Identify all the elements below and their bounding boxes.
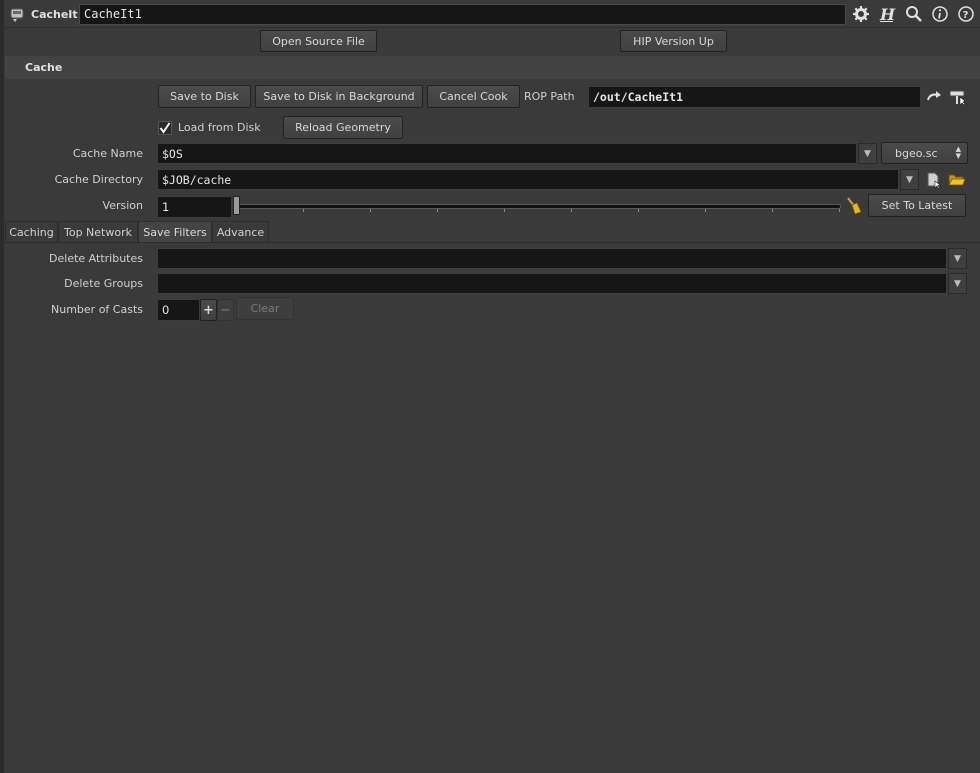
add-cast-button[interactable]: + <box>200 299 217 321</box>
rop-path-field[interactable]: /out/CacheIt1 <box>588 86 921 108</box>
node-chooser-icon[interactable] <box>949 88 967 106</box>
slider-tick <box>571 209 572 212</box>
version-slider[interactable] <box>235 204 841 209</box>
svg-text:?: ? <box>963 10 969 21</box>
slider-tick <box>638 209 639 212</box>
chevron-down-icon: ▼ <box>954 278 961 289</box>
cache-directory-menu-button[interactable]: ▼ <box>900 169 919 190</box>
broom-icon[interactable] <box>846 197 862 215</box>
cache-name-menu-button[interactable]: ▼ <box>858 143 877 164</box>
svg-text:H: H <box>879 5 896 23</box>
slider-tick <box>705 209 706 212</box>
number-of-casts-field[interactable]: 0 <box>157 299 200 321</box>
left-edge <box>0 0 4 773</box>
cancel-cook-button[interactable]: Cancel Cook <box>427 85 520 108</box>
slider-tick <box>370 209 371 212</box>
open-file-browser-icon[interactable] <box>926 172 942 188</box>
tab-divider <box>5 242 980 243</box>
slider-tick <box>504 209 505 212</box>
delete-attributes-field[interactable] <box>157 248 947 269</box>
slider-thumb[interactable] <box>233 196 240 215</box>
chevron-down-icon: ▼ <box>906 174 913 185</box>
hip-version-up-button[interactable]: HIP Version Up <box>620 30 727 52</box>
delete-groups-menu-button[interactable]: ▼ <box>948 273 967 294</box>
search-icon[interactable] <box>905 5 923 23</box>
node-type[interactable]: CacheIt <box>9 6 78 22</box>
cache-name-label: Cache Name <box>72 147 143 160</box>
save-to-disk-button[interactable]: Save to Disk <box>158 85 251 108</box>
save-to-disk-background-button[interactable]: Save to Disk in Background <box>255 85 423 108</box>
reload-geometry-button[interactable]: Reload Geometry <box>283 116 403 139</box>
file-format-select[interactable]: bgeo.sc ▲ ▼ <box>881 142 968 164</box>
open-source-file-button[interactable]: Open Source File <box>260 30 377 52</box>
set-to-latest-button[interactable]: Set To Latest <box>868 194 966 217</box>
folder-icon[interactable] <box>948 172 966 188</box>
node-type-icon <box>9 6 25 22</box>
slider-tick <box>839 209 840 212</box>
version-label: Version <box>102 199 143 212</box>
tab-advance[interactable]: Advance <box>212 221 269 242</box>
chevron-down-icon: ▼ <box>864 148 871 159</box>
delete-attributes-menu-button[interactable]: ▼ <box>948 248 967 269</box>
delete-attributes-label: Delete Attributes <box>49 252 143 265</box>
version-field[interactable]: 1 <box>157 196 232 218</box>
spinner-arrows-icon: ▲ ▼ <box>955 145 961 160</box>
slider-tick <box>437 209 438 212</box>
slider-tick <box>772 209 773 212</box>
node-name-field[interactable]: CacheIt1 <box>79 4 846 25</box>
cache-directory-field[interactable]: $JOB/cache <box>157 169 899 190</box>
load-from-disk-label: Load from Disk <box>178 121 261 134</box>
rop-path-label: ROP Path <box>524 90 575 103</box>
cache-section-header[interactable]: Cache <box>5 56 980 79</box>
cache-directory-label: Cache Directory <box>54 173 143 186</box>
houdini-h-icon[interactable]: H <box>879 5 897 23</box>
gear-icon[interactable] <box>852 5 870 23</box>
tab-top-network[interactable]: Top Network <box>58 221 138 242</box>
tab-save-filters[interactable]: Save Filters <box>138 221 212 242</box>
delete-groups-field[interactable] <box>157 273 947 294</box>
delete-groups-label: Delete Groups <box>64 277 143 290</box>
load-from-disk-checkbox[interactable] <box>158 121 172 135</box>
file-format-value: bgeo.sc <box>895 146 938 160</box>
slider-tick <box>303 209 304 212</box>
jump-to-node-icon[interactable] <box>926 89 942 105</box>
remove-cast-button[interactable]: − <box>217 299 234 321</box>
info-icon[interactable] <box>931 5 949 23</box>
cache-name-field[interactable]: $OS <box>157 143 857 164</box>
number-of-casts-label: Number of Casts <box>51 303 143 316</box>
clear-button[interactable]: Clear <box>236 297 294 320</box>
tab-caching[interactable]: Caching <box>5 221 58 242</box>
section-title: Cache <box>25 61 63 74</box>
node-type-label: CacheIt <box>31 7 78 21</box>
chevron-down-icon: ▼ <box>954 253 961 264</box>
help-icon[interactable]: ? <box>957 5 975 23</box>
